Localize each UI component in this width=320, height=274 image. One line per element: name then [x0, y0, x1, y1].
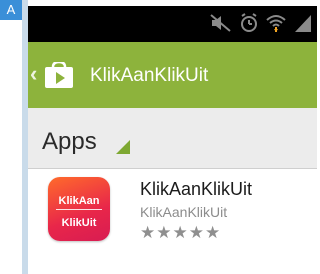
- back-chevron-icon[interactable]: ‹: [30, 61, 37, 87]
- app-icon-text-bottom: KlikUit: [61, 217, 97, 229]
- app-icon-text-top: KlikAan: [58, 195, 100, 207]
- app-icon[interactable]: KlikAan KlikUit: [48, 177, 110, 241]
- section-header[interactable]: Apps: [28, 108, 317, 169]
- section-title: Apps: [42, 128, 97, 155]
- app-name[interactable]: KlikAanKlikUit: [140, 179, 252, 199]
- rating-stars-icon: ★★★★★: [140, 223, 222, 242]
- app-icon-divider: [56, 209, 102, 210]
- wifi-icon: [266, 13, 286, 38]
- annotation-badge: A: [0, 0, 22, 20]
- section-dropdown-icon: [116, 140, 130, 154]
- mute-icon: [210, 13, 232, 37]
- phone-screen: ‹ KlikAanKlikUit Apps KlikAan KlikUit Kl…: [22, 0, 317, 274]
- action-bar: ‹ KlikAanKlikUit: [28, 42, 317, 108]
- status-bar: [28, 6, 317, 42]
- status-icons: [210, 12, 313, 38]
- signal-icon: [293, 13, 313, 38]
- alarm-icon: [239, 12, 259, 38]
- list-item[interactable]: KlikAan KlikUit KlikAanKlikUit KlikAanKl…: [28, 169, 317, 274]
- action-bar-title: KlikAanKlikUit: [90, 65, 209, 86]
- app-developer: KlikAanKlikUit: [140, 204, 228, 220]
- play-store-icon[interactable]: [43, 60, 75, 89]
